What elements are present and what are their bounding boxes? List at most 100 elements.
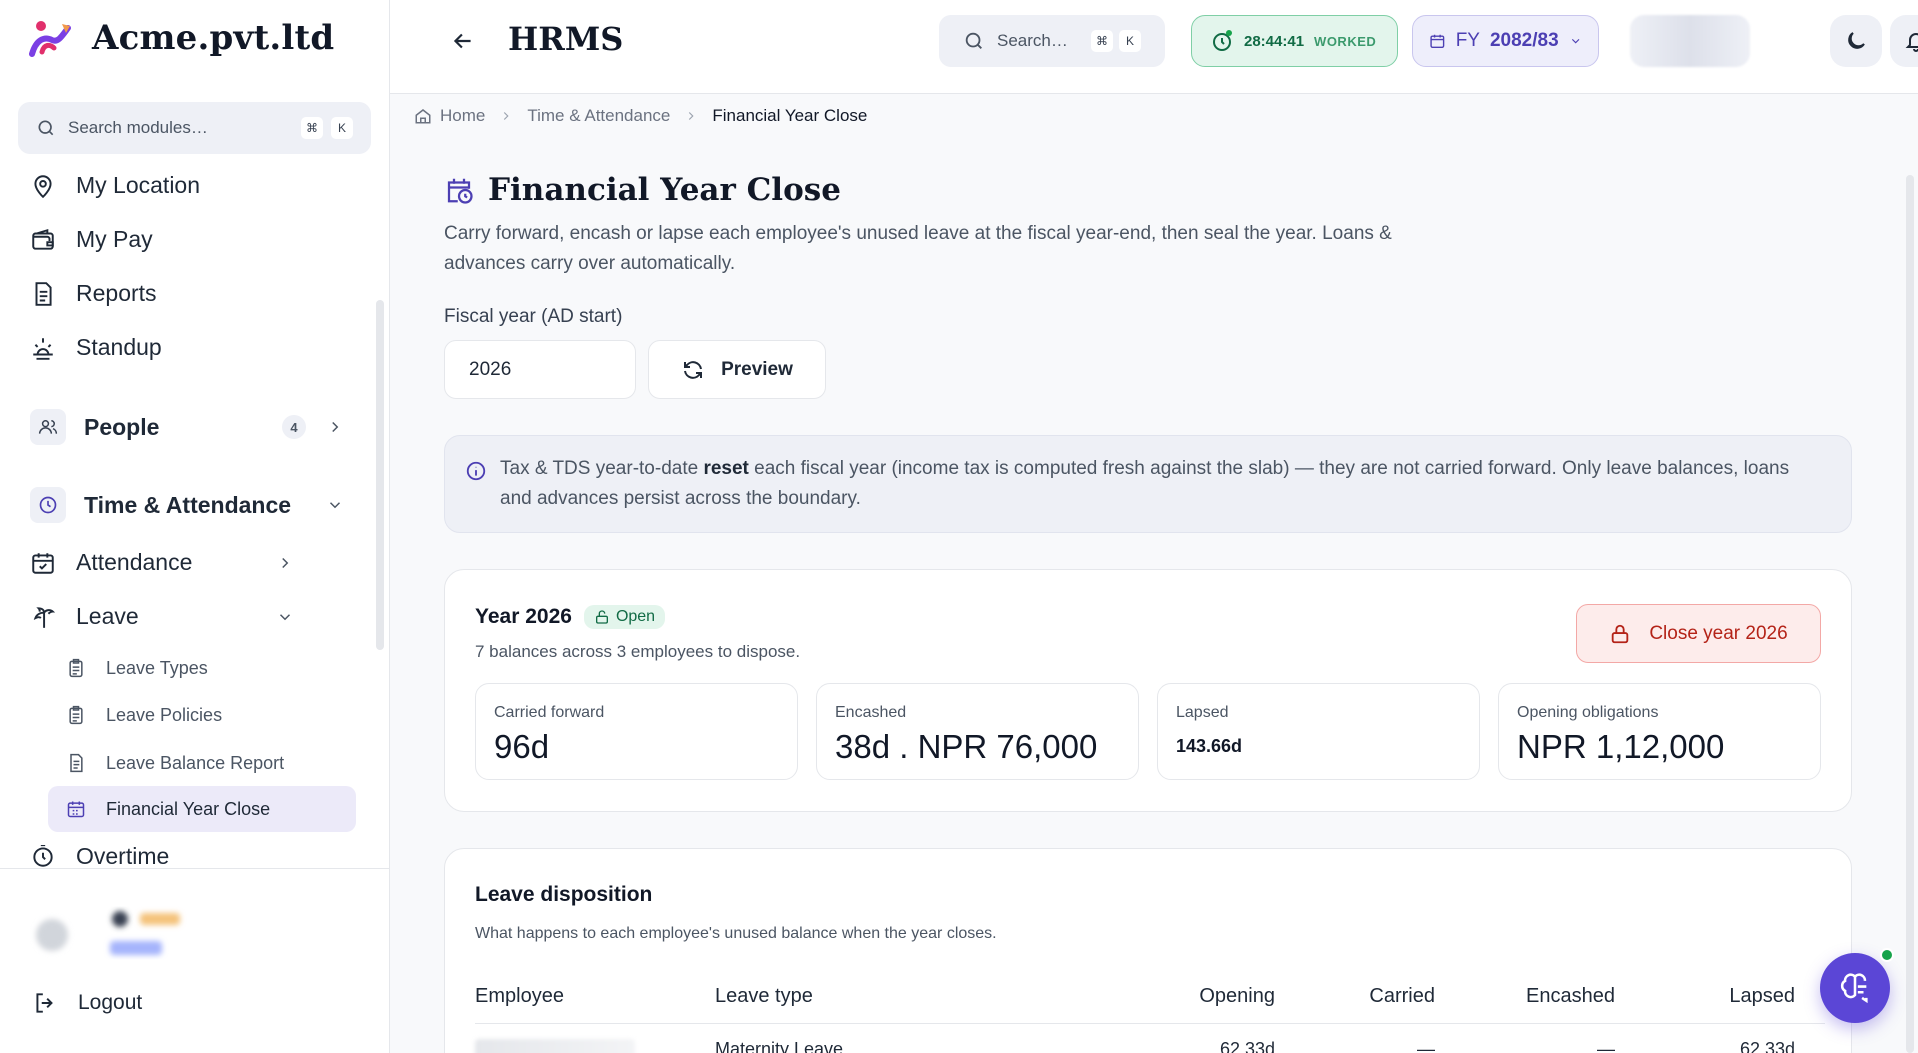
stat-encashed: Encashed 38d . NPR 76,000 — [816, 683, 1139, 780]
document-icon — [35, 281, 52, 306]
status-badge: Open — [583, 605, 666, 629]
close-year-button[interactable]: Close year 2026 — [1576, 604, 1821, 663]
stat-value: NPR 1,12,000 — [1517, 728, 1725, 765]
moon-icon — [1848, 32, 1865, 49]
page-description: Carry forward, encash or lapse each empl… — [444, 223, 1392, 274]
sidebar-item-standup[interactable]: Standup — [30, 334, 162, 361]
sidebar-group-people[interactable]: People 4 — [30, 409, 350, 445]
logout-button[interactable]: Logout — [32, 990, 142, 1016]
breadcrumb-current: Financial Year Close — [712, 106, 868, 125]
column-header-employee[interactable]: Employee — [475, 985, 564, 1008]
people-icon — [30, 409, 66, 445]
sidebar-subitem-leave-types[interactable]: Leave Types — [48, 645, 356, 691]
breadcrumb: Home Time & Attendance Financial Year Cl… — [414, 106, 867, 126]
chevron-down-icon — [1571, 38, 1580, 44]
assistant-button[interactable] — [1820, 953, 1890, 1023]
sidebar-item-label: Attendance — [76, 549, 193, 575]
calendar-clock-icon — [447, 178, 473, 204]
stat-value: 38d . NPR 76,000 — [835, 728, 1098, 765]
column-header-opening[interactable]: Opening — [1155, 985, 1275, 1008]
cell-encashed: — — [1597, 1039, 1615, 1053]
sidebar-divider — [0, 868, 390, 869]
chevron-right-icon — [282, 557, 289, 568]
avatar — [36, 911, 180, 955]
cell-lapsed: 62.33d — [1739, 1039, 1795, 1053]
employee-name-redacted — [475, 1039, 635, 1053]
sidebar-item-my-location[interactable]: My Location — [30, 172, 200, 199]
cell-opening: 62.33d — [1219, 1039, 1275, 1053]
document-icon — [70, 753, 83, 773]
theme-toggle-button[interactable] — [1830, 15, 1882, 67]
stat-label: Opening obligations — [1517, 704, 1659, 721]
preview-button[interactable]: Preview — [648, 340, 826, 399]
lock-icon — [1612, 624, 1629, 643]
sidebar-subitem-financial-year-close[interactable]: Financial Year Close — [48, 786, 356, 832]
search-shortcut: ⌘ K — [1091, 30, 1141, 52]
sidebar-item-reports[interactable]: Reports — [30, 280, 157, 307]
sidebar-item-overtime[interactable]: Overtime — [30, 845, 169, 867]
sidebar-subitem-leave-policies[interactable]: Leave Policies — [48, 692, 356, 738]
sidebar-subitem-leave-balance-report[interactable]: Leave Balance Report — [48, 740, 356, 786]
year-summary-card: Year 2026 Open 7 balances across 3 emplo… — [444, 569, 1852, 812]
sidebar-subitem-label: Leave Types — [106, 657, 208, 678]
breadcrumb-home[interactable]: Home — [440, 106, 485, 126]
page-title-text: Financial Year Close — [488, 172, 841, 208]
sidebar-item-label: My Location — [76, 172, 201, 198]
stat-opening-obligations: Opening obligations NPR 1,12,000 — [1498, 683, 1821, 780]
worked-time: 28:44:41 — [1244, 32, 1305, 50]
column-header-lapsed[interactable]: Lapsed — [1655, 985, 1795, 1008]
unlock-icon — [595, 610, 608, 624]
info-text-before: Tax & TDS year-to-date — [500, 458, 704, 479]
back-button[interactable] — [450, 28, 476, 59]
page-title: Financial Year Close — [444, 172, 841, 208]
notifications-button[interactable]: 9 — [1890, 15, 1918, 67]
fiscal-year-select[interactable]: FY 2082/83 — [1412, 15, 1599, 67]
sidebar-item-label: My Pay — [76, 226, 153, 252]
sidebar-subitem-label: Financial Year Close — [106, 798, 271, 819]
close-year-label: Close year 2026 — [1649, 622, 1788, 644]
chevron-right-icon — [332, 421, 339, 433]
refresh-icon — [684, 360, 703, 379]
chevron-down-icon — [279, 613, 291, 620]
global-search-input[interactable]: Search… ⌘ K — [939, 15, 1165, 67]
user-profile[interactable] — [30, 905, 200, 965]
sidebar: Acme.pvt.ltd Search modules… ⌘ K My Loca… — [0, 0, 390, 1053]
top-header: HRMS Search… ⌘ K 28:44:41 WORKED FY 2082… — [390, 0, 1918, 94]
fiscal-year-prefix: FY — [1455, 30, 1480, 51]
fiscal-year-input[interactable]: 2026 — [444, 340, 636, 399]
calendar-icon — [67, 801, 85, 818]
calendar-check-icon — [32, 552, 54, 574]
worked-timer[interactable]: 28:44:41 WORKED — [1191, 15, 1398, 67]
calendar-icon — [1430, 34, 1445, 48]
clipboard-icon — [69, 705, 83, 725]
stat-lapsed: Lapsed 143.66d — [1157, 683, 1480, 780]
search-shortcut: ⌘ K — [301, 117, 353, 139]
sidebar-group-label: Time & Attendance — [84, 491, 292, 518]
kbd-k: K — [1119, 30, 1141, 52]
main-scrollbar[interactable] — [1906, 175, 1914, 1053]
year-header: Year 2026 Open — [475, 605, 666, 629]
clipboard-icon — [69, 658, 83, 678]
fiscal-year-label: Fiscal year (AD start) — [444, 306, 623, 327]
column-header-leave-type[interactable]: Leave type — [715, 985, 813, 1008]
sidebar-item-my-pay[interactable]: My Pay — [30, 226, 153, 253]
sidebar-group-time-attendance[interactable]: Time & Attendance — [30, 487, 350, 523]
brain-chat-icon — [1840, 973, 1868, 1004]
column-header-encashed[interactable]: Encashed — [1465, 985, 1615, 1008]
search-icon — [965, 32, 982, 49]
brand[interactable]: Acme.pvt.ltd — [28, 18, 334, 58]
sidebar-item-label: Reports — [76, 280, 157, 306]
column-header-carried[interactable]: Carried — [1305, 985, 1435, 1008]
breadcrumb-section[interactable]: Time & Attendance — [527, 106, 670, 126]
chevron-right-icon — [689, 112, 694, 120]
user-menu[interactable] — [1630, 15, 1750, 67]
brand-name: Acme.pvt.ltd — [92, 18, 335, 58]
sidebar-item-attendance[interactable]: Attendance — [30, 549, 330, 576]
sidebar-item-leave[interactable]: Leave — [30, 603, 330, 630]
sidebar-scrollbar[interactable] — [376, 300, 384, 650]
sidebar-group-label: People — [84, 413, 160, 440]
module-search-input[interactable]: Search modules… ⌘ K — [18, 102, 371, 154]
year-subtitle: 7 balances across 3 employees to dispose… — [475, 642, 801, 661]
stat-label: Encashed — [835, 704, 907, 721]
clock-icon — [30, 487, 66, 523]
